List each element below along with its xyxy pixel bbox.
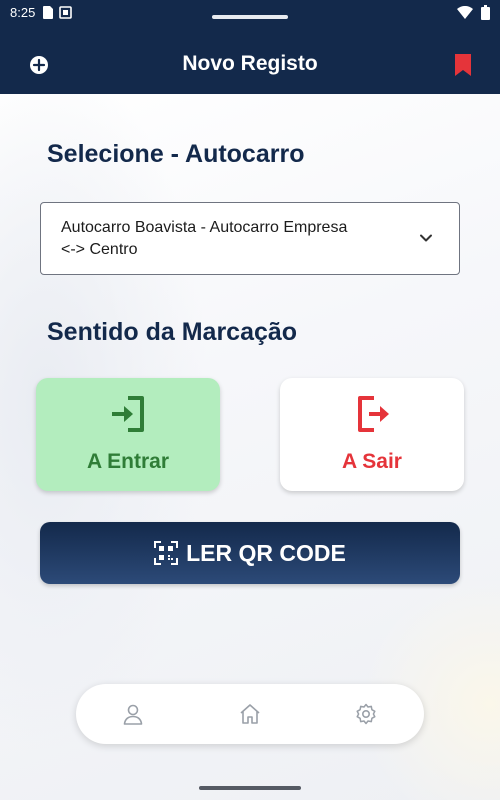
sim-card-icon (43, 5, 54, 19)
home-icon (240, 704, 260, 724)
home-indicator[interactable] (199, 786, 301, 790)
main-content: Selecione - Autocarro Autocarro Boavista… (0, 94, 500, 800)
bookmark-button[interactable] (452, 52, 474, 78)
bottom-navigation (76, 684, 424, 744)
bus-section-heading: Selecione - Autocarro (47, 140, 305, 168)
exit-label: A Sair (342, 450, 402, 473)
qr-code-scan-icon (154, 541, 179, 565)
page-title: Novo Registo (182, 52, 318, 75)
profile-icon (123, 704, 143, 725)
bus-select-dropdown[interactable]: Autocarro Boavista - Autocarro Empresa <… (40, 202, 460, 275)
status-bar: 8:25 (0, 0, 500, 24)
wifi-icon (457, 5, 473, 19)
nav-home[interactable] (238, 702, 262, 726)
chevron-down-icon (420, 234, 432, 242)
enter-direction-button[interactable]: A Entrar (36, 378, 220, 491)
nav-profile[interactable] (121, 702, 145, 726)
nav-settings[interactable] (354, 702, 378, 726)
top-bar: 8:25 Novo Registo (0, 0, 500, 94)
login-icon (112, 396, 144, 432)
bookmark-icon (455, 54, 471, 76)
read-qr-code-button[interactable]: LER QR CODE (40, 522, 460, 584)
settings-icon (356, 703, 376, 725)
selected-bus-line1: Autocarro Boavista - Autocarro Empresa (61, 219, 348, 236)
app-bar: Novo Registo (0, 38, 500, 92)
square-icon (59, 5, 73, 19)
qr-button-label: LER QR CODE (186, 539, 346, 566)
selected-bus-line2: <-> Centro (61, 241, 138, 258)
status-time: 8:25 (10, 4, 36, 20)
logout-icon (358, 396, 389, 432)
direction-section-heading: Sentido da Marcação (47, 318, 298, 346)
enter-label: A Entrar (86, 450, 170, 473)
exit-direction-button[interactable]: A Sair (280, 378, 464, 491)
camera-pill (212, 15, 288, 19)
battery-icon (481, 4, 490, 20)
